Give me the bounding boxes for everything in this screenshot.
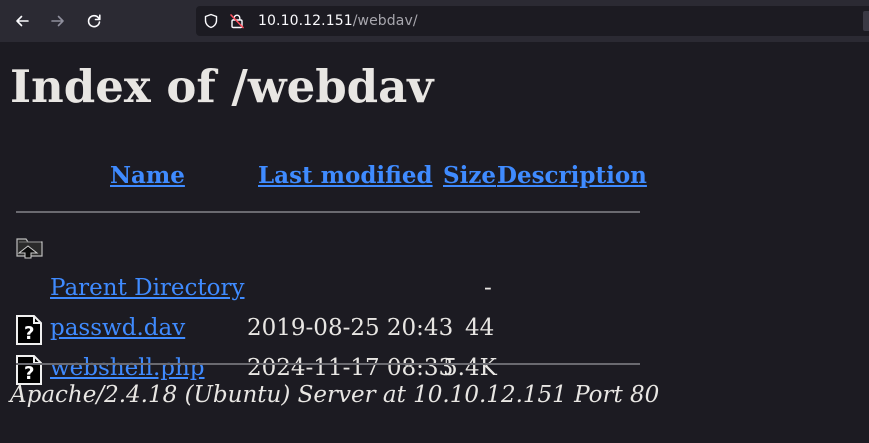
forward-arrow-icon: [51, 15, 64, 27]
column-header-size[interactable]: Size: [443, 162, 496, 189]
file-link-passwd-dav[interactable]: passwd.dav: [50, 315, 185, 341]
unknown-file-icon: ?: [14, 314, 44, 346]
page-content: Index of /webdav Name Last modified Size…: [0, 42, 869, 443]
url-path: /webdav/: [352, 13, 418, 29]
svg-text:?: ?: [24, 363, 34, 384]
svg-text:?: ?: [24, 323, 34, 344]
reload-icon: [87, 14, 101, 28]
parent-directory-icon: [14, 230, 44, 262]
back-arrow-icon: [16, 15, 29, 27]
url-text[interactable]: 10.10.12.151/webdav/: [258, 13, 418, 29]
tracking-protection-shield-icon[interactable]: [200, 10, 222, 32]
insecure-connection-lock-icon[interactable]: [226, 10, 248, 32]
page-title: Index of /webdav: [10, 60, 434, 113]
server-signature: Apache/2.4.18 (Ubuntu) Server at 10.10.1…: [10, 382, 660, 408]
header-divider: [16, 211, 640, 213]
address-bar[interactable]: 10.10.12.151/webdav/: [196, 6, 869, 36]
file-link-webshell-php[interactable]: webshell.php: [50, 355, 205, 381]
file-last-modified: 2024-11-17 08:33: [247, 355, 454, 381]
urlbar-edge-button[interactable]: [863, 11, 869, 31]
back-button[interactable]: [9, 8, 35, 34]
file-link-parent-directory[interactable]: Parent Directory: [50, 275, 245, 301]
forward-button[interactable]: [45, 8, 71, 34]
column-header-name[interactable]: Name: [110, 162, 185, 189]
column-header-description[interactable]: Description: [497, 162, 647, 189]
reload-button[interactable]: [81, 8, 107, 34]
file-size: -: [484, 275, 492, 301]
file-last-modified: 2019-08-25 20:43: [247, 315, 454, 341]
browser-toolbar: 10.10.12.151/webdav/: [0, 0, 869, 42]
url-host: 10.10.12.151: [258, 13, 353, 29]
file-size: 5.4K: [443, 355, 497, 381]
file-size: 44: [465, 315, 495, 341]
footer-divider: [16, 363, 640, 365]
column-header-last-modified[interactable]: Last modified: [258, 162, 433, 189]
